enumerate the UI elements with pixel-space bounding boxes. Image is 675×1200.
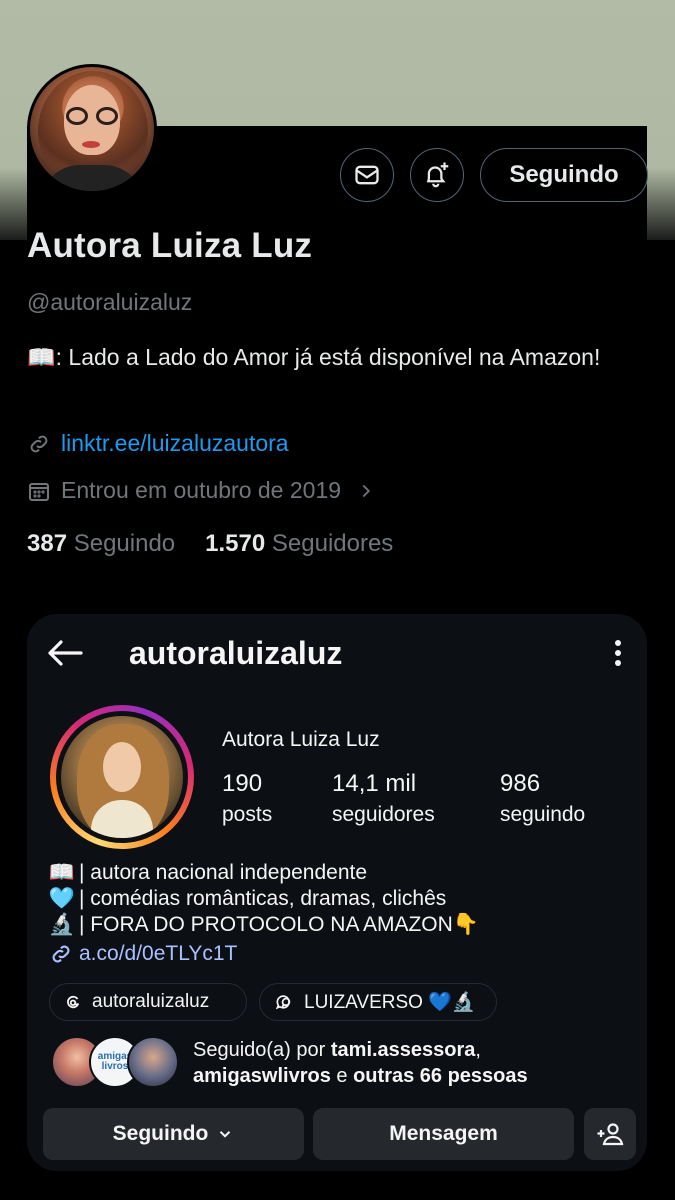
twitter-following-stat[interactable]: 387 Seguindo	[27, 530, 175, 558]
instagram-bio: 📖 | autora nacional independente 🩵 | coméd…	[49, 860, 479, 938]
twitter-stats: 387 Seguindo 1.570 Seguidores	[27, 530, 393, 558]
calendar-icon	[29, 482, 49, 501]
instagram-following-button[interactable]: Seguindo	[43, 1108, 304, 1160]
instagram-avatar	[56, 711, 188, 843]
book-icon: 📖	[48, 861, 76, 884]
chat-icon	[275, 995, 291, 1010]
twitter-avatar[interactable]	[27, 64, 157, 194]
twitter-joined-text: Entrou em outubro de 2019	[61, 477, 342, 503]
instagram-avatar-story-ring[interactable]	[50, 705, 194, 849]
chevron-down-icon	[220, 1131, 231, 1138]
followed-by-row[interactable]: amigas livros Seguido(a) por tami.assess…	[49, 1034, 629, 1088]
follower-avatar	[127, 1036, 179, 1088]
bio-line: 📖 | autora nacional independente	[48, 861, 368, 884]
twitter-handle: @autoraluizaluz	[27, 289, 193, 315]
instagram-message-button[interactable]: Mensagem	[313, 1108, 574, 1160]
add-person-icon	[597, 1123, 624, 1146]
instagram-bio-link[interactable]: a.co/d/0eTLYc1T	[49, 942, 237, 966]
link-icon	[52, 945, 70, 963]
highlight-chip[interactable]: LUIZAVERSO 💙🔬	[259, 983, 497, 1021]
following-button[interactable]: Seguindo	[480, 148, 648, 202]
bell-plus-icon	[426, 162, 449, 188]
notifications-button[interactable]	[410, 148, 464, 202]
twitter-followers-stat[interactable]: 1.570 Seguidores	[205, 530, 393, 558]
back-arrow-icon	[48, 640, 83, 666]
instagram-profile-card: autoraluizaluz Autora Luiza Luz 190 post…	[27, 614, 647, 1171]
back-button[interactable]	[45, 633, 85, 673]
chevron-right-icon[interactable]	[355, 480, 377, 502]
following-stat[interactable]: 986 seguindo	[500, 770, 585, 827]
bio-line: 🔬 | FORA DO PROTOCOLO NA AMAZON👇	[48, 913, 479, 936]
threads-profile-chip[interactable]: autoraluizaluz	[49, 983, 247, 1021]
twitter-link-text[interactable]: linktr.ee/luizaluzautora	[61, 430, 289, 457]
twitter-display-name: Autora Luiza Luz	[27, 226, 313, 265]
microscope-icon: 🔬	[48, 913, 76, 936]
twitter-profile-link[interactable]: linktr.ee/luizaluzautora	[27, 430, 289, 457]
instagram-username: autoraluizaluz	[129, 634, 343, 671]
suggest-people-button[interactable]	[584, 1108, 636, 1160]
heart-icon: 🩵	[48, 887, 76, 910]
more-options-button[interactable]	[603, 638, 633, 668]
bio-line: 🩵 | comédias românticas, dramas, clichês	[48, 887, 447, 910]
posts-stat[interactable]: 190 posts	[222, 770, 272, 827]
followers-stat[interactable]: 14,1 mil seguidores	[332, 770, 435, 827]
instagram-full-name: Autora Luiza Luz	[222, 728, 380, 751]
threads-icon	[67, 995, 80, 1009]
followed-by-text: Seguido(a) por tami.assessora, amigaswli…	[193, 1039, 528, 1087]
twitter-bio: 📖: Lado a Lado do Amor já está disponíve…	[27, 344, 601, 370]
message-button[interactable]	[340, 148, 394, 202]
mail-icon	[355, 165, 379, 185]
instagram-header: autoraluizaluz	[45, 630, 635, 676]
more-vertical-icon	[615, 640, 621, 666]
twitter-joined: Entrou em outubro de 2019	[27, 477, 377, 504]
link-icon	[30, 435, 48, 452]
